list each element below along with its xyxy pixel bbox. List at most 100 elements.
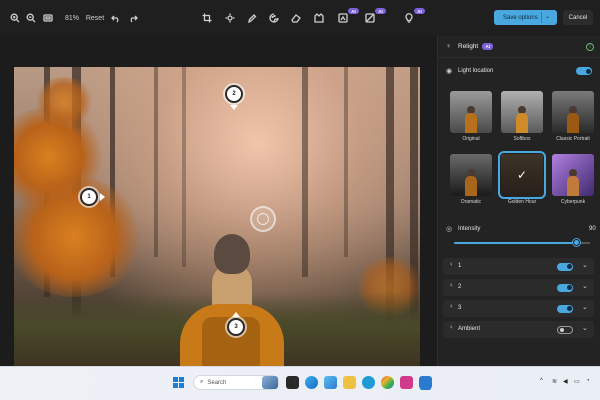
light-2-card[interactable]: ♀ 2 ⌄ <box>443 279 594 296</box>
preset-classic-portrait[interactable] <box>552 91 594 133</box>
edge-icon[interactable] <box>305 376 318 389</box>
intensity-slider-thumb[interactable] <box>573 239 580 246</box>
store-icon[interactable] <box>362 376 375 389</box>
tree-trunk <box>154 67 158 257</box>
generative-erase-icon[interactable]: AI <box>337 8 359 24</box>
light-label: 2 <box>458 284 462 290</box>
lightbulb-icon: ♀ <box>449 262 454 268</box>
subject-hat <box>214 234 250 274</box>
eye-icon: ◉ <box>446 68 453 75</box>
app-icon[interactable] <box>400 376 413 389</box>
preset-label: Dramatic <box>460 199 481 205</box>
light-3-toggle[interactable] <box>557 304 573 313</box>
windows-taskbar: ⌕ Search ^ ≋ ◀ ▭ ◔ <box>0 366 600 400</box>
intensity-label: Intensity <box>458 226 481 232</box>
preset-label: Original <box>462 136 480 142</box>
ambient-light-card[interactable]: ♀ Ambient ⌄ <box>443 321 594 338</box>
relight-panel: ♀ Relight AI i ◉ Light location Original… <box>437 36 600 366</box>
background-icon[interactable] <box>313 12 325 24</box>
preset-subject-body <box>567 113 579 133</box>
chevron-down-icon[interactable]: ⌄ <box>582 324 588 332</box>
light-marker-1[interactable]: 1 <box>80 188 98 206</box>
lightbulb-icon: ♀ <box>449 325 454 331</box>
preset-subject-body <box>465 113 477 133</box>
brightness-icon[interactable] <box>224 12 236 24</box>
intensity-icon: ◎ <box>446 226 453 233</box>
autumn-foliage <box>14 177 144 297</box>
chevron-down-icon[interactable]: ⌄ <box>582 303 588 311</box>
ai-badge: AI <box>482 43 494 50</box>
chevron-down-icon[interactable]: ⌄ <box>582 282 588 290</box>
intensity-slider-fill[interactable] <box>454 242 576 244</box>
light-marker-label: 3 <box>234 324 238 330</box>
light-marker-label: 2 <box>232 91 236 97</box>
image-effects-icon[interactable]: AI <box>364 8 386 24</box>
light-direction-arrow <box>100 193 105 201</box>
preset-subject-body <box>567 176 579 196</box>
preset-label: Softbox <box>513 136 531 142</box>
zoom-in-icon[interactable] <box>9 12 21 24</box>
undo-icon[interactable] <box>110 12 122 24</box>
chrome-icon[interactable] <box>381 376 394 389</box>
light-3-card[interactable]: ♀ 3 ⌄ <box>443 300 594 317</box>
light-location-toggle[interactable] <box>576 67 592 75</box>
battery-icon[interactable]: ▭ <box>574 378 580 385</box>
light-marker-3[interactable]: 3 <box>227 318 245 336</box>
preset-label: Classic Portrait <box>556 136 590 142</box>
search-placeholder: Search <box>207 379 227 386</box>
ambient-light-toggle[interactable] <box>557 325 573 334</box>
color-icon[interactable] <box>268 12 280 24</box>
panel-title: Relight <box>458 43 479 50</box>
crop-icon[interactable] <box>201 12 213 24</box>
preset-dramatic[interactable] <box>450 154 492 196</box>
chevron-down-icon[interactable]: ⌄ <box>545 13 550 20</box>
erase-icon[interactable] <box>290 12 302 24</box>
light-1-card[interactable]: ♀ 1 ⌄ <box>443 258 594 275</box>
info-icon[interactable]: i <box>586 43 594 51</box>
lightbulb-icon: ♀ <box>449 283 454 289</box>
preset-softbox[interactable] <box>501 91 543 133</box>
zoom-level[interactable]: 81% <box>63 12 81 24</box>
light-direction-arrow <box>232 312 240 317</box>
photos-app-icon[interactable] <box>419 376 432 389</box>
notifications-icon[interactable]: ◔ <box>586 378 590 384</box>
panel-header: ♀ Relight AI i <box>438 36 600 58</box>
light-marker-label: 1 <box>87 194 91 200</box>
light-marker-2[interactable]: 2 <box>225 85 243 103</box>
light-2-toggle[interactable] <box>557 283 573 292</box>
intensity-row: ◎ Intensity 90 <box>438 224 600 234</box>
redo-icon[interactable] <box>127 12 139 24</box>
copilot-icon[interactable] <box>324 376 337 389</box>
light-label: 1 <box>458 263 462 269</box>
preset-original[interactable] <box>450 91 492 133</box>
save-options-label: Save options <box>503 14 538 21</box>
preset-cyberpunk[interactable] <box>552 154 594 196</box>
markup-icon[interactable] <box>246 12 258 24</box>
task-view-icon[interactable] <box>286 376 299 389</box>
relight-icon[interactable]: AI <box>403 8 425 24</box>
focus-point-handle[interactable] <box>250 206 276 232</box>
light-label: 3 <box>458 305 462 311</box>
volume-icon[interactable]: ◀ <box>563 378 568 385</box>
save-options-button[interactable]: Save options ⌄ <box>494 10 557 25</box>
preset-subject-body <box>516 113 528 133</box>
preset-golden-hour[interactable]: ✓ <box>498 151 546 199</box>
image-canvas: 1 2 3 <box>0 36 437 373</box>
wifi-icon[interactable]: ≋ <box>552 378 557 385</box>
light-1-toggle[interactable] <box>557 262 573 271</box>
chevron-up-icon[interactable]: ^ <box>540 378 543 384</box>
widget-icon[interactable] <box>262 376 278 389</box>
chevron-down-icon[interactable]: ⌄ <box>582 261 588 269</box>
lightbulb-icon: ♀ <box>446 43 452 50</box>
file-explorer-icon[interactable] <box>343 376 356 389</box>
checkmark-icon: ✓ <box>501 154 543 196</box>
ai-badge: AI <box>414 8 425 14</box>
cancel-button[interactable]: Cancel <box>563 10 593 25</box>
fit-icon[interactable] <box>42 12 54 24</box>
zoom-out-icon[interactable] <box>25 12 37 24</box>
windows-start-icon[interactable] <box>172 376 185 389</box>
reset-button[interactable]: Reset <box>86 12 104 24</box>
focus-point-inner <box>257 213 269 225</box>
button-divider <box>541 12 542 23</box>
preset-label: Cyberpunk <box>560 199 586 205</box>
